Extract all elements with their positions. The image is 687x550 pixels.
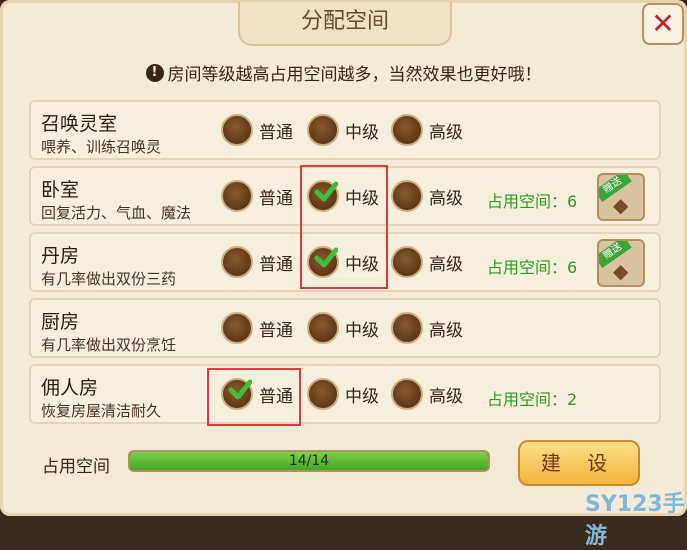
level-option-label: 高级 xyxy=(429,254,463,275)
space-usage-label: 占用空间： xyxy=(487,258,568,277)
level-option-2[interactable]: 高级 xyxy=(391,376,463,412)
room-row: 厨房有几率做出双份烹饪 普通 中级 高级 xyxy=(29,298,661,358)
level-option-label: 普通 xyxy=(259,122,293,143)
level-option-label: 高级 xyxy=(429,188,463,209)
level-option-0[interactable]: 普通 xyxy=(221,178,293,214)
notice-message: 房间等级越高占用空间越多，当然效果也更好哦！ xyxy=(167,65,542,85)
radio-icon[interactable] xyxy=(391,246,423,278)
space-usage: 占用空间：6 xyxy=(487,188,577,212)
space-usage-label: 占用空间： xyxy=(487,390,568,409)
space-usage-label: 占用空间： xyxy=(487,192,568,211)
level-option-2[interactable]: 高级 xyxy=(391,178,463,214)
space-usage-value: 2 xyxy=(567,390,578,409)
radio-icon[interactable] xyxy=(307,114,339,146)
gift-item-icon: ◆ xyxy=(613,259,629,283)
radio-icon[interactable] xyxy=(221,180,253,212)
room-row: 召唤灵室喂养、训练召唤灵 普通 中级 高级 xyxy=(29,100,661,160)
level-option-label: 高级 xyxy=(429,320,463,341)
level-option-label: 普通 xyxy=(259,188,293,209)
level-option-1[interactable]: 中级 xyxy=(307,376,379,412)
room-name: 丹房 xyxy=(41,245,80,267)
room-description: 喂养、训练召唤灵 xyxy=(41,138,162,156)
level-option-2[interactable]: 高级 xyxy=(391,112,463,148)
gift-item-icon: ◆ xyxy=(613,193,629,217)
room-description: 有几率做出双份三药 xyxy=(41,270,177,288)
level-option-2[interactable]: 高级 xyxy=(391,310,463,346)
radio-icon[interactable] xyxy=(391,180,423,212)
highlight-box xyxy=(207,368,301,426)
level-option-label: 中级 xyxy=(345,386,379,407)
level-option-0[interactable]: 普通 xyxy=(221,244,293,280)
radio-icon[interactable] xyxy=(307,378,339,410)
level-option-1[interactable]: 中级 xyxy=(307,310,379,346)
room-name: 召唤灵室 xyxy=(41,113,118,135)
radio-icon[interactable] xyxy=(391,378,423,410)
room-name: 佣人房 xyxy=(41,377,99,399)
level-option-0[interactable]: 普通 xyxy=(221,310,293,346)
level-option-label: 中级 xyxy=(345,320,379,341)
notice-text: ! 房间等级越高占用空间越多，当然效果也更好哦！ xyxy=(0,60,687,85)
level-option-0[interactable]: 普通 xyxy=(221,112,293,148)
room-name: 卧室 xyxy=(41,179,80,201)
room-name: 厨房 xyxy=(41,311,80,333)
level-option-label: 高级 xyxy=(429,122,463,143)
dialog-title: 分配空间 xyxy=(238,2,452,46)
level-option-1[interactable]: 中级 xyxy=(307,112,379,148)
level-option-label: 普通 xyxy=(259,320,293,341)
radio-icon[interactable] xyxy=(221,114,253,146)
exclamation-icon: ! xyxy=(145,63,164,82)
space-usage: 占用空间：2 xyxy=(487,386,577,410)
space-label: 占用空间 xyxy=(42,457,110,477)
radio-icon[interactable] xyxy=(221,246,253,278)
radio-icon[interactable] xyxy=(221,312,253,344)
watermark-logo: SY123手游 xyxy=(585,492,685,549)
gift-item[interactable]: 赠送 ◆ xyxy=(597,239,645,287)
highlight-box xyxy=(300,165,388,289)
room-row: 佣人房 恢复房屋清洁耐久 普通 中级 高级 占用空间：2 xyxy=(29,364,661,424)
progress-text: 14/14 xyxy=(288,453,330,469)
level-option-label: 普通 xyxy=(259,254,293,275)
build-button[interactable]: 建 设 xyxy=(518,440,640,486)
level-option-2[interactable]: 高级 xyxy=(391,244,463,280)
room-description: 恢复房屋清洁耐久 xyxy=(41,402,162,420)
radio-icon[interactable] xyxy=(391,114,423,146)
room-description: 回复活力、气血、魔法 xyxy=(41,204,192,222)
radio-icon[interactable] xyxy=(307,312,339,344)
close-icon[interactable]: ✕ xyxy=(642,3,684,45)
room-description: 有几率做出双份烹饪 xyxy=(41,336,177,354)
gift-item[interactable]: 赠送 ◆ xyxy=(597,173,645,221)
level-option-label: 中级 xyxy=(345,122,379,143)
level-option-label: 高级 xyxy=(429,386,463,407)
space-usage-value: 6 xyxy=(567,192,578,211)
dialog-panel: 分配空间 ✕ ! 房间等级越高占用空间越多，当然效果也更好哦！ 召唤灵室喂养、训… xyxy=(0,0,687,549)
space-usage: 占用空间：6 xyxy=(487,254,577,278)
space-usage-value: 6 xyxy=(567,258,578,277)
radio-icon[interactable] xyxy=(391,312,423,344)
space-progress-bar: 14/14 xyxy=(128,450,490,472)
